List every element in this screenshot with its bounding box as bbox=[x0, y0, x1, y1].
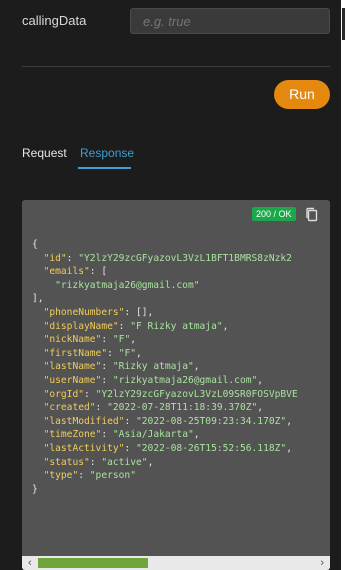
json-key: "phoneNumbers" bbox=[43, 306, 125, 318]
horizontal-scrollbar[interactable]: ‹ › bbox=[22, 556, 330, 570]
json-key: "timeZone" bbox=[43, 429, 102, 441]
json-key: "nickName" bbox=[43, 334, 102, 346]
json-value: "Asia/Jakarta" bbox=[112, 429, 194, 441]
json-punctuation: , bbox=[193, 361, 200, 373]
json-value: "2022-08-25T09:23:34.170Z" bbox=[136, 415, 287, 427]
json-line: "created": "2022-07-28T11:18:39.370Z", bbox=[43, 402, 264, 414]
json-key: "created" bbox=[43, 402, 96, 414]
json-punctuation: , bbox=[286, 442, 292, 454]
json-punctuation: , bbox=[286, 415, 292, 427]
status-badge: 200 / OK bbox=[252, 207, 296, 221]
json-key: "id" bbox=[43, 252, 67, 264]
json-punctuation: , bbox=[193, 429, 200, 441]
json-punctuation: [ bbox=[101, 266, 108, 278]
json-value: "rizkyatmaja26@gmail.com" bbox=[112, 374, 258, 386]
json-open-brace: { bbox=[32, 239, 38, 250]
tab-request[interactable]: Request bbox=[22, 146, 67, 160]
json-key: "displayName" bbox=[43, 320, 119, 332]
json-value: "Y2lzY29zcGFyazovL3VzL1BFT1BMRS8zNzk2 bbox=[78, 252, 292, 264]
json-key: "userName" bbox=[43, 374, 102, 386]
json-key: "orgId" bbox=[43, 388, 84, 400]
divider bbox=[22, 66, 330, 67]
json-line: "lastActivity": "2022-08-26T15:52:56.118… bbox=[43, 442, 292, 454]
json-line: "displayName": "F Rizky atmaja", bbox=[43, 320, 229, 332]
json-key: "emails" bbox=[43, 266, 90, 278]
response-json: { "id": "Y2lzY29zcGFyazovL3VzL1BFT1BMRS8… bbox=[32, 238, 298, 496]
scroll-left-icon[interactable]: ‹ bbox=[28, 556, 32, 570]
json-line: "type": "person" bbox=[43, 470, 136, 482]
json-line: "rizkyatmaja26@gmail.com" bbox=[32, 279, 200, 291]
param-row-callingData: callingData bbox=[0, 0, 341, 40]
run-button[interactable]: Run bbox=[274, 80, 330, 109]
json-key: "lastModified" bbox=[43, 415, 125, 427]
json-value: "person" bbox=[89, 470, 136, 482]
json-line: "phoneNumbers": [], bbox=[43, 306, 154, 318]
json-value: "2022-08-26T15:52:56.118Z" bbox=[136, 442, 287, 454]
json-line: "timeZone": "Asia/Jakarta", bbox=[43, 429, 200, 441]
calling-data-input[interactable] bbox=[130, 8, 330, 34]
json-line: "orgId": "Y2lzY29zcGFyazovL3VzL09SR0FOSV… bbox=[43, 388, 298, 400]
json-line: "id": "Y2lzY29zcGFyazovL3VzL1BFT1BMRS8zN… bbox=[43, 252, 292, 264]
scroll-thumb[interactable] bbox=[38, 558, 148, 568]
json-punctuation: ], bbox=[32, 293, 44, 305]
json-punctuation: , bbox=[222, 320, 229, 332]
json-close-brace: } bbox=[32, 483, 38, 495]
json-key: "lastActivity" bbox=[43, 442, 125, 454]
window-edge bbox=[341, 0, 347, 570]
json-punctuation: , bbox=[257, 402, 264, 414]
json-value: "active" bbox=[101, 456, 148, 468]
json-line: "nickName": "F", bbox=[43, 334, 136, 346]
json-punctuation: [], bbox=[136, 306, 154, 318]
json-punctuation: , bbox=[257, 374, 264, 386]
json-line: "firstName": "F", bbox=[43, 347, 142, 359]
scroll-right-icon[interactable]: › bbox=[320, 556, 324, 570]
json-value: "Y2lzY29zcGFyazovL3VzL09SR0FOSVpBVE bbox=[95, 388, 298, 400]
json-value: "2022-07-28T11:18:39.370Z" bbox=[107, 402, 258, 414]
json-line: "lastModified": "2022-08-25T09:23:34.170… bbox=[43, 415, 292, 427]
json-value: "F Rizky atmaja" bbox=[130, 320, 223, 332]
json-punctuation: , bbox=[130, 334, 136, 346]
json-line: "emails": [ bbox=[43, 266, 108, 278]
json-line: "userName": "rizkyatmaja26@gmail.com", bbox=[43, 374, 264, 386]
json-value: "rizkyatmaja26@gmail.com" bbox=[55, 279, 200, 291]
json-key: "lastName" bbox=[43, 361, 102, 373]
param-label: callingData bbox=[22, 13, 87, 28]
json-line: "status": "active", bbox=[43, 456, 154, 468]
edge-mark bbox=[342, 8, 345, 40]
json-line: "lastName": "Rizky atmaja", bbox=[43, 361, 200, 373]
json-line: ], bbox=[32, 293, 44, 304]
json-key: "firstName" bbox=[43, 347, 108, 359]
json-value: "F" bbox=[112, 334, 131, 346]
json-key: "type" bbox=[43, 470, 79, 482]
json-punctuation: , bbox=[136, 347, 142, 359]
response-panel: 200 / OK { "id": "Y2lzY29zcGFyazovL3VzL1… bbox=[22, 200, 330, 570]
tab-response[interactable]: Response bbox=[80, 146, 134, 160]
copy-icon[interactable] bbox=[305, 207, 319, 223]
active-tab-indicator bbox=[78, 167, 131, 169]
json-key: "status" bbox=[43, 456, 90, 468]
json-value: "Rizky atmaja" bbox=[112, 361, 194, 373]
json-value: "F" bbox=[118, 347, 136, 359]
json-punctuation: , bbox=[147, 456, 154, 468]
